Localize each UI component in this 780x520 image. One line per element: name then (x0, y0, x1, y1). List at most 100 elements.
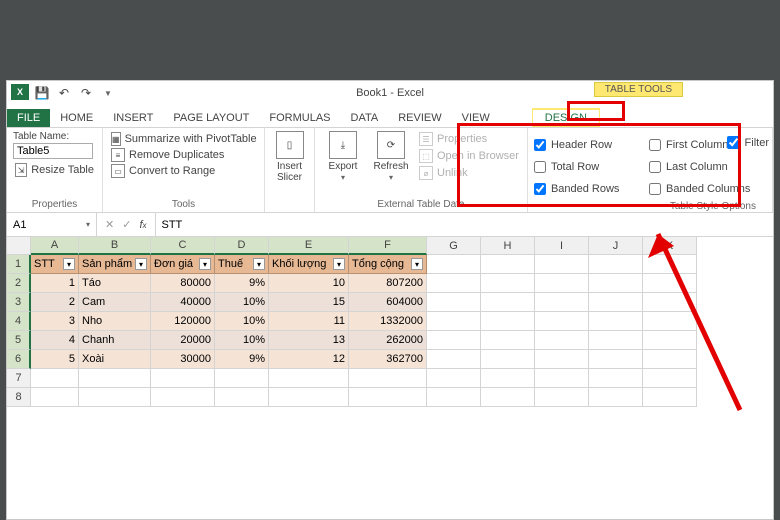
filter-dropdown-icon[interactable]: ▾ (63, 258, 75, 270)
cell[interactable] (427, 293, 481, 312)
row-header[interactable]: 8 (7, 388, 31, 407)
cell[interactable] (481, 312, 535, 331)
insert-slicer-button[interactable]: ▯Insert Slicer (265, 128, 315, 212)
cell[interactable] (481, 388, 535, 407)
summarize-pivot-button[interactable]: ▦Summarize with PivotTable (109, 131, 258, 147)
cell[interactable] (427, 388, 481, 407)
cell[interactable]: 604000 (349, 293, 427, 312)
cell[interactable] (349, 369, 427, 388)
cell[interactable] (215, 369, 269, 388)
cell[interactable] (589, 350, 643, 369)
cell[interactable] (269, 369, 349, 388)
col-header[interactable]: K (643, 237, 697, 255)
table-header-cell[interactable]: Tổng cộng▾ (349, 255, 427, 274)
cell[interactable] (481, 350, 535, 369)
row-header[interactable]: 5 (7, 331, 31, 350)
cell[interactable] (481, 369, 535, 388)
cell[interactable]: 262000 (349, 331, 427, 350)
banded-rows-checkbox[interactable]: Banded Rows (534, 179, 635, 199)
cell[interactable] (643, 293, 697, 312)
redo-icon[interactable]: ↷ (77, 84, 95, 102)
cell[interactable] (481, 255, 535, 274)
cell[interactable] (481, 331, 535, 350)
cell[interactable] (151, 388, 215, 407)
cell[interactable]: 13 (269, 331, 349, 350)
table-name-input[interactable] (13, 143, 93, 159)
name-box[interactable]: A1▾ (7, 213, 97, 236)
cell[interactable]: 10 (269, 274, 349, 293)
checkbox-icon[interactable] (649, 161, 661, 173)
cell[interactable] (481, 293, 535, 312)
cell[interactable] (643, 274, 697, 293)
cell[interactable] (269, 388, 349, 407)
qat-dropdown-icon[interactable]: ▼ (99, 84, 117, 102)
col-header[interactable]: E (269, 237, 349, 255)
cell[interactable]: 9% (215, 274, 269, 293)
cell[interactable] (589, 255, 643, 274)
col-header[interactable]: B (79, 237, 151, 255)
remove-duplicates-button[interactable]: ≡Remove Duplicates (109, 147, 258, 163)
tab-design[interactable]: DESIGN (532, 108, 600, 127)
cell[interactable]: Cam (79, 293, 151, 312)
save-icon[interactable]: 💾 (33, 84, 51, 102)
filter-checkbox[interactable]: Filter (727, 136, 769, 149)
cell[interactable]: 11 (269, 312, 349, 331)
header-row-checkbox[interactable]: Header Row (534, 135, 635, 155)
fx-icon[interactable]: fx (139, 219, 146, 231)
tab-home[interactable]: HOME (50, 109, 103, 127)
cell[interactable]: 10% (215, 331, 269, 350)
cell[interactable] (151, 369, 215, 388)
cell[interactable]: 10% (215, 293, 269, 312)
cell[interactable] (215, 388, 269, 407)
cell[interactable]: Xoài (79, 350, 151, 369)
cell[interactable]: 12 (269, 350, 349, 369)
tab-insert[interactable]: INSERT (103, 109, 163, 127)
cell[interactable] (643, 388, 697, 407)
col-header[interactable]: H (481, 237, 535, 255)
cell[interactable] (535, 255, 589, 274)
cell[interactable] (535, 274, 589, 293)
checkbox-icon[interactable] (649, 139, 661, 151)
convert-range-button[interactable]: ▭Convert to Range (109, 163, 258, 179)
worksheet-grid[interactable]: A B C D E F G H I J K 1STT▾Sản phẩm▾Đơn … (7, 237, 773, 407)
cell[interactable] (643, 350, 697, 369)
row-header[interactable]: 2 (7, 274, 31, 293)
cell[interactable]: 1332000 (349, 312, 427, 331)
cell[interactable]: 15 (269, 293, 349, 312)
checkbox-icon[interactable] (727, 136, 740, 149)
formula-input[interactable]: STT (155, 213, 774, 236)
cell[interactable] (427, 274, 481, 293)
cell[interactable] (79, 388, 151, 407)
cell[interactable] (31, 388, 79, 407)
cell[interactable]: 9% (215, 350, 269, 369)
col-header[interactable]: D (215, 237, 269, 255)
cell[interactable]: Nho (79, 312, 151, 331)
col-header[interactable]: A (31, 237, 79, 255)
filter-dropdown-icon[interactable]: ▾ (411, 258, 423, 270)
cell[interactable] (481, 274, 535, 293)
cell[interactable] (535, 369, 589, 388)
cell[interactable] (535, 312, 589, 331)
filter-dropdown-icon[interactable]: ▾ (199, 258, 211, 270)
col-header[interactable]: G (427, 237, 481, 255)
row-header[interactable]: 4 (7, 312, 31, 331)
cell[interactable] (535, 331, 589, 350)
filter-dropdown-icon[interactable]: ▾ (253, 258, 265, 270)
cell[interactable] (643, 369, 697, 388)
filter-dropdown-icon[interactable]: ▾ (333, 258, 345, 270)
filter-dropdown-icon[interactable]: ▾ (135, 258, 147, 270)
tab-page-layout[interactable]: PAGE LAYOUT (163, 109, 259, 127)
table-header-cell[interactable]: Thuế▾ (215, 255, 269, 274)
tab-data[interactable]: DATA (341, 109, 389, 127)
cell[interactable]: 807200 (349, 274, 427, 293)
cell[interactable] (349, 388, 427, 407)
tab-view[interactable]: VIEW (452, 109, 500, 127)
table-header-cell[interactable]: Sản phẩm▾ (79, 255, 151, 274)
checkbox-icon[interactable] (534, 161, 546, 173)
tab-file[interactable]: FILE (7, 109, 50, 127)
cancel-icon[interactable]: ✕ (105, 218, 114, 231)
export-button[interactable]: ⤓Export▾ (321, 131, 365, 183)
cell[interactable]: Táo (79, 274, 151, 293)
cell[interactable] (643, 312, 697, 331)
cell[interactable] (79, 369, 151, 388)
